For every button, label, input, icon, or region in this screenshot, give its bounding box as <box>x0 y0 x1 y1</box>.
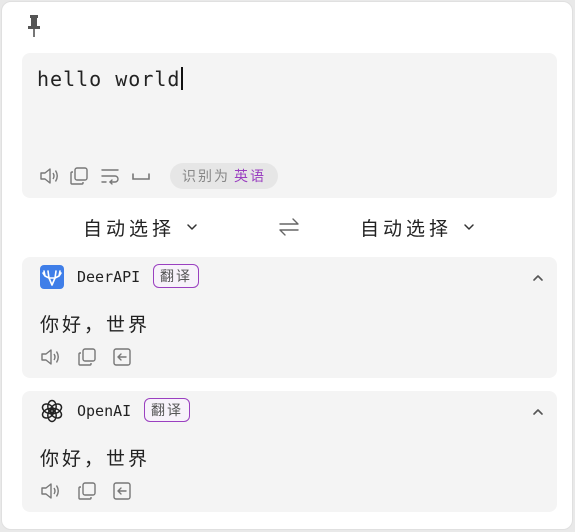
chevron-down-icon <box>187 224 197 230</box>
service-type-tag: 翻译 <box>153 264 199 288</box>
target-language-select[interactable]: 自动选择 <box>360 212 476 242</box>
service-name: DeerAPI <box>77 268 141 286</box>
detected-language: 英语 <box>234 169 266 185</box>
copy-icon[interactable] <box>68 165 90 187</box>
source-language-label: 自动选择 <box>83 217 176 240</box>
detected-prefix: 识别为 <box>182 169 230 185</box>
source-language-select[interactable]: 自动选择 <box>83 212 199 242</box>
pin-icon[interactable] <box>26 14 42 38</box>
speaker-icon[interactable] <box>38 165 60 187</box>
translation-text: 你好，世界 <box>40 448 151 470</box>
wrap-icon[interactable] <box>99 165 121 187</box>
translation-text: 你好，世界 <box>40 314 151 336</box>
chevron-up-icon[interactable] <box>531 404 545 418</box>
translator-window: hello world 识别为 英语 自动选择 自动选择 DeerAPI 翻译 … <box>1 1 573 530</box>
text-caret <box>181 67 184 90</box>
openai-logo <box>40 399 64 423</box>
speaker-icon[interactable] <box>39 480 61 502</box>
insert-icon[interactable] <box>111 346 133 368</box>
copy-icon[interactable] <box>76 480 98 502</box>
result-card-deerapi: DeerAPI 翻译 你好，世界 <box>22 257 557 378</box>
deer-logo <box>40 265 64 289</box>
target-language-label: 自动选择 <box>360 217 453 240</box>
copy-icon[interactable] <box>76 346 98 368</box>
insert-icon[interactable] <box>111 480 133 502</box>
space-icon[interactable] <box>130 165 152 187</box>
source-input-card[interactable]: hello world 识别为 英语 <box>22 53 557 198</box>
chevron-up-icon[interactable] <box>531 270 545 284</box>
chevron-down-icon <box>464 224 474 230</box>
detected-language-badge[interactable]: 识别为 英语 <box>170 163 278 189</box>
service-type-tag: 翻译 <box>144 398 190 422</box>
result-card-openai: OpenAI 翻译 你好，世界 <box>22 391 557 512</box>
speaker-icon[interactable] <box>39 346 61 368</box>
service-name: OpenAI <box>77 402 132 420</box>
swap-icon[interactable] <box>277 216 301 238</box>
source-text-input[interactable]: hello world <box>37 67 184 91</box>
